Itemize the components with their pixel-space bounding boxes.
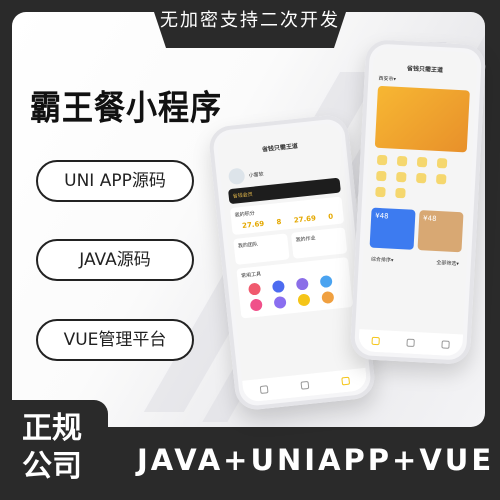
badge-text: 正规公司 (22, 411, 82, 484)
page-title: 霸王餐小程序 (30, 88, 222, 129)
tool-icon[interactable] (321, 290, 335, 305)
promo-banner[interactable] (374, 85, 470, 153)
phone-mockup-home: 省钱只需王道 西安市▾ ¥48 ¥48 综合排序▾ 全部筛选▾ (349, 39, 487, 365)
stat: 27.69 (241, 219, 265, 230)
category-icon[interactable] (435, 173, 447, 185)
user-name: 小雷软 (248, 170, 264, 179)
profile-icon[interactable] (341, 376, 351, 386)
tool-icon[interactable] (319, 274, 333, 289)
coupon-card[interactable]: ¥48 (417, 210, 464, 253)
category-icon[interactable] (375, 186, 386, 198)
feature-java: JAVA源码 (36, 239, 194, 281)
tool-icon[interactable] (271, 279, 286, 294)
tool-icon[interactable] (273, 295, 287, 310)
category-icon[interactable] (376, 154, 388, 166)
order-icon[interactable] (300, 380, 310, 390)
tool-icon[interactable] (297, 293, 311, 307)
sort-filter[interactable]: 综合排序▾ (371, 256, 394, 264)
category-icon[interactable] (416, 156, 428, 168)
stat: 27.69 (293, 214, 317, 225)
order-icon[interactable] (406, 338, 415, 348)
work-card[interactable]: 我的作业 (290, 227, 348, 259)
company-badge: 正规公司 (22, 410, 86, 486)
team-card[interactable]: 我的团队 (233, 233, 290, 265)
phone-mockup-profile: 省钱只需王道 小雷软 省钱会员 我的积分 27.69 8 27.69 0 我的团… (207, 113, 377, 412)
category-icon[interactable] (396, 171, 407, 183)
category-icon[interactable] (415, 172, 427, 184)
stat: 8 (276, 217, 282, 227)
avatar (227, 167, 246, 186)
tech-stack: JAVA+UNIAPP+VUE (137, 443, 495, 477)
category-icon[interactable] (376, 170, 387, 182)
tool-icon[interactable] (247, 282, 262, 296)
category-icon[interactable] (396, 155, 408, 167)
home-icon[interactable] (259, 385, 269, 395)
all-filter[interactable]: 全部筛选▾ (436, 259, 459, 267)
feature-uniapp: UNI APP源码 (36, 160, 194, 202)
category-icon[interactable] (395, 187, 406, 199)
bottom-nav (358, 329, 464, 357)
category-icon[interactable] (436, 157, 448, 169)
feature-vue: VUE管理平台 (36, 319, 194, 361)
tools-card: 常用工具 (236, 257, 353, 319)
tool-icon[interactable] (249, 298, 263, 312)
tool-icon[interactable] (295, 277, 309, 291)
coupon-card[interactable]: ¥48 (369, 207, 416, 250)
stat: 0 (327, 212, 334, 221)
top-tab: 无加密支持二次开发 (150, 0, 350, 48)
home-icon[interactable] (371, 336, 381, 346)
bottom-nav (242, 367, 368, 403)
profile-icon[interactable] (441, 340, 450, 349)
